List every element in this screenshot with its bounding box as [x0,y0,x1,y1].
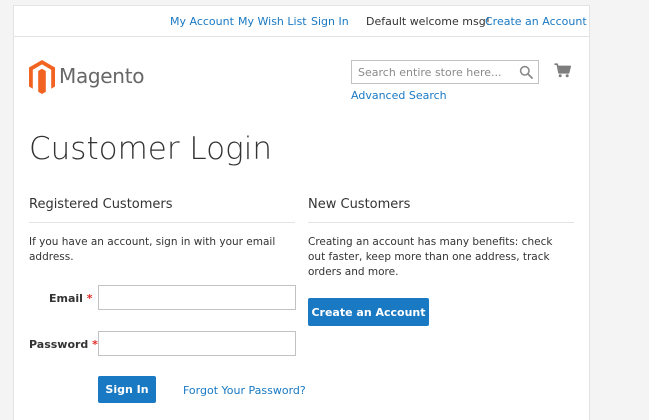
password-field[interactable] [98,331,296,356]
page-title: Customer Login [29,131,272,167]
password-label: Password * [29,338,98,351]
registered-customers-title: Registered Customers [29,197,173,212]
create-account-link[interactable]: Create an Account [485,15,587,28]
create-account-button[interactable]: Create an Account [308,298,429,326]
my-account-link[interactable]: My Account [170,15,234,28]
search-input[interactable] [352,61,512,83]
registered-divider [29,222,295,223]
brand-name: Magento [59,64,145,88]
email-label-text: Email [49,292,83,305]
advanced-search-link[interactable]: Advanced Search [351,89,447,102]
email-field[interactable] [98,285,296,310]
header-panel: My Account My Wish List Sign In Default … [14,6,589,37]
sign-in-button[interactable]: Sign In [98,376,156,403]
search-icon[interactable] [519,65,533,79]
cart-icon[interactable] [554,63,571,78]
my-wish-list-link[interactable]: My Wish List [238,15,307,28]
search-box [351,60,539,84]
email-label: Email * [49,292,93,305]
magento-logo-icon [29,60,55,94]
password-label-text: Password [29,338,89,351]
forgot-password-link[interactable]: Forgot Your Password? [183,384,306,397]
new-customers-note: Creating an account has many benefits: c… [308,236,553,278]
registered-note: If you have an account, sign in with you… [29,236,276,263]
sign-in-link[interactable]: Sign In [311,15,349,28]
email-required-mark: * [86,292,93,305]
page-container: My Account My Wish List Sign In Default … [13,5,590,420]
new-customers-divider [308,222,574,223]
magento-logo[interactable]: Magento [29,60,159,96]
welcome-message: Default welcome msg! [366,15,491,28]
new-customers-title: New Customers [308,197,411,212]
